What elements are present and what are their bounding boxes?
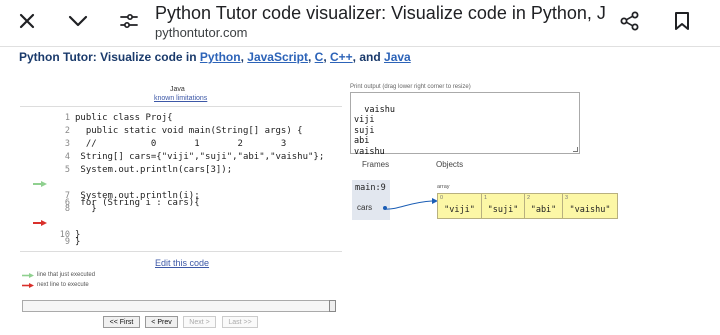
edit-code-link[interactable]: Edit this code bbox=[155, 258, 209, 268]
array-index: 0 bbox=[440, 195, 444, 201]
header-sep: , and bbox=[352, 50, 385, 64]
known-limitations-link[interactable]: known limitations bbox=[154, 95, 207, 102]
line-number: 4 bbox=[64, 152, 70, 162]
close-icon[interactable] bbox=[12, 6, 42, 36]
link-python[interactable]: Python bbox=[200, 50, 241, 64]
link-cpp[interactable]: C++ bbox=[330, 50, 353, 64]
line-number: 5 bbox=[64, 165, 70, 175]
array-cell: 3 "vaishu" bbox=[563, 193, 618, 219]
toolbar-divider bbox=[0, 46, 720, 47]
array-value: "abi" bbox=[530, 205, 557, 215]
legend-next-text: next line to execute bbox=[37, 282, 89, 288]
code-line-executed: 6 for (String i : cars){ bbox=[20, 178, 342, 208]
executed-arrow-icon bbox=[33, 181, 47, 187]
link-c[interactable]: C bbox=[315, 50, 324, 64]
executed-arrow-icon bbox=[22, 272, 34, 278]
code-text: } bbox=[75, 230, 81, 240]
frames-header: Frames bbox=[362, 160, 390, 169]
legend-executed-text: line that just executed bbox=[37, 272, 96, 278]
chevron-down-icon[interactable] bbox=[63, 6, 93, 36]
prev-button[interactable]: < Prev bbox=[145, 316, 178, 328]
print-output-box[interactable]: vaishu viji suji abi vaishu bbox=[350, 92, 580, 157]
bookmark-icon[interactable] bbox=[667, 6, 697, 36]
link-java[interactable]: Java bbox=[384, 50, 411, 64]
code-line: 7 System.out.println(i); bbox=[20, 191, 342, 204]
code-display: 1 public class Proj{ 2 public static void… bbox=[20, 106, 342, 252]
header-prefix: Python Tutor: Visualize code in bbox=[19, 50, 200, 64]
last-button[interactable]: Last >> bbox=[222, 316, 258, 328]
array-index: 3 bbox=[565, 195, 569, 201]
code-line-next: 9} bbox=[20, 217, 342, 247]
legend-executed: line that just executed bbox=[22, 272, 95, 278]
code-text: public static void main(String[] args) { bbox=[75, 126, 303, 136]
frame-variable: cars bbox=[357, 203, 373, 212]
next-button[interactable]: Next > bbox=[183, 316, 216, 328]
tune-icon[interactable] bbox=[114, 6, 144, 36]
array-label: array bbox=[437, 184, 450, 190]
legend-next: next line to execute bbox=[22, 282, 89, 288]
next-arrow-icon bbox=[22, 282, 34, 288]
array-index: 1 bbox=[484, 195, 488, 201]
code-line: 2 public static void main(String[] args)… bbox=[20, 126, 342, 139]
line-number: 3 bbox=[64, 139, 70, 149]
array-object: 0 "viji" 1 "suji" 2 "abi" 3 "vaishu" bbox=[437, 193, 618, 219]
line-number: 7 bbox=[64, 191, 70, 201]
execution-slider[interactable] bbox=[22, 300, 336, 312]
code-line: 5 System.out.println(cars[3]); bbox=[20, 165, 342, 178]
page-domain[interactable]: pythontutor.com bbox=[155, 25, 248, 40]
array-value: "suji" bbox=[487, 205, 519, 215]
share-icon[interactable] bbox=[615, 6, 645, 36]
link-javascript[interactable]: JavaScript bbox=[247, 50, 308, 64]
code-text: } bbox=[75, 204, 97, 214]
code-text: System.out.println(cars[3]); bbox=[75, 165, 233, 175]
line-number: 2 bbox=[64, 126, 70, 136]
header-sep: , bbox=[307, 50, 315, 64]
line-number: 8 bbox=[64, 204, 70, 214]
objects-header: Objects bbox=[436, 160, 464, 169]
code-text: System.out.println(i); bbox=[75, 191, 200, 201]
code-line: 10} bbox=[20, 230, 342, 243]
code-line: 1 public class Proj{ bbox=[20, 113, 342, 126]
print-output-label: Print output (drag lower right corner to… bbox=[350, 84, 471, 90]
array-cell: 1 "suji" bbox=[482, 193, 525, 219]
code-line: 8 } bbox=[20, 204, 342, 217]
resize-grip-icon[interactable] bbox=[573, 147, 578, 152]
slider-handle[interactable] bbox=[329, 300, 336, 312]
browser-toolbar: Python Tutor code visualizer: Visualize … bbox=[0, 0, 720, 44]
frame-name: main:9 bbox=[355, 183, 386, 193]
first-button[interactable]: << First bbox=[103, 316, 140, 328]
code-line: 4 String[] cars={"viji","suji","abi","va… bbox=[20, 152, 342, 165]
language-label: Java bbox=[170, 86, 185, 93]
print-output-text: vaishu viji suji abi vaishu bbox=[354, 104, 395, 157]
line-number: 1 bbox=[64, 113, 70, 123]
code-text: String[] cars={"viji","suji","abi","vais… bbox=[75, 152, 325, 162]
array-cell: 2 "abi" bbox=[525, 193, 563, 219]
line-number: 10 bbox=[59, 230, 70, 240]
next-arrow-icon bbox=[33, 220, 47, 226]
array-value: "vaishu" bbox=[569, 205, 611, 215]
site-header: Python Tutor: Visualize code in Python , … bbox=[19, 50, 411, 64]
header-sep: , bbox=[323, 50, 330, 64]
array-cell: 0 "viji" bbox=[437, 193, 482, 219]
page-title[interactable]: Python Tutor code visualizer: Visualize … bbox=[155, 3, 605, 24]
code-text: public class Proj{ bbox=[75, 113, 173, 123]
array-index: 2 bbox=[527, 195, 531, 201]
pointer-arrow bbox=[384, 198, 438, 210]
code-line: 3 // 0 1 2 3 bbox=[20, 139, 342, 152]
code-text: // 0 1 2 3 bbox=[75, 139, 287, 149]
array-value: "viji" bbox=[444, 205, 475, 215]
